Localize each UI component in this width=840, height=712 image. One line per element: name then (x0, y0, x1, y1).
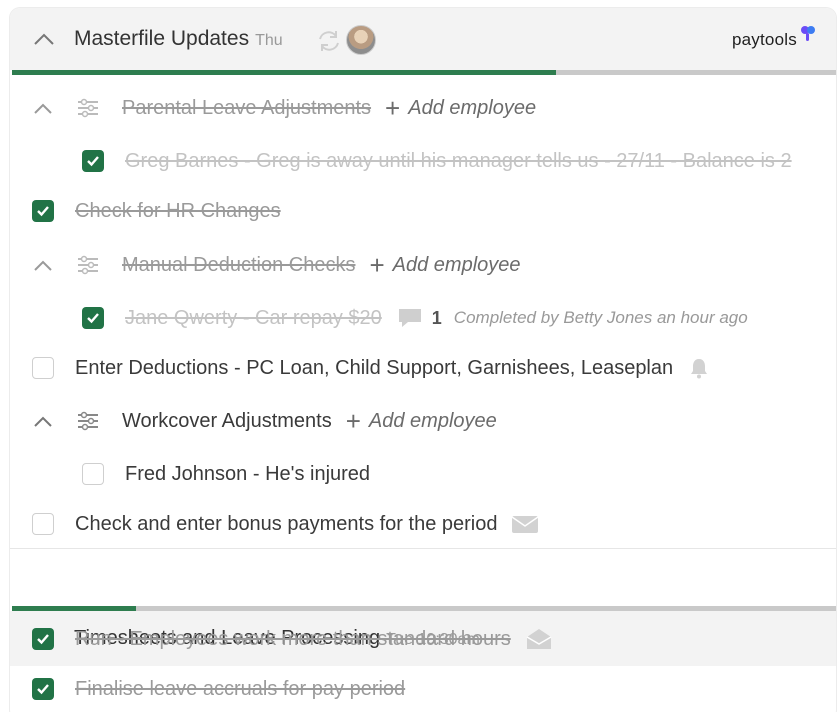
group-manual-deduction[interactable]: Manual Deduction Checks + Add employee (32, 248, 521, 282)
add-employee-button[interactable]: + Add employee (385, 93, 537, 123)
sync-icon[interactable] (315, 29, 343, 53)
check-icon (37, 206, 49, 217)
chevron-up-icon[interactable] (32, 29, 56, 49)
progress-fill (12, 606, 136, 611)
adjustments-icon (78, 255, 98, 275)
group-label: Manual Deduction Checks (122, 253, 356, 276)
task-checkbox[interactable] (82, 463, 104, 485)
task-text: Greg Barnes - Greg is away until his man… (125, 149, 792, 172)
chevron-up-icon[interactable] (32, 257, 54, 273)
task-item[interactable]: Enter Deductions - PC Loan, Child Suppor… (32, 351, 711, 385)
task-text: Run - Employees work more than standard … (75, 627, 511, 650)
paytools-logo: paytools (732, 30, 797, 49)
task-item[interactable]: Fred Johnson - He's injured (82, 457, 370, 491)
comment-count: 1 (431, 307, 442, 328)
group-parental-leave[interactable]: Parental Leave Adjustments + Add employee (32, 91, 536, 125)
avatar[interactable] (346, 25, 376, 55)
add-employee-label: Add employee (392, 253, 521, 276)
progress-fill (12, 70, 556, 75)
add-employee-button[interactable]: + Add employee (345, 406, 497, 436)
task-checkbox[interactable] (32, 678, 54, 700)
task-item[interactable]: Jane Qwerty - Car repay $20 1 Completed … (82, 301, 748, 335)
add-employee-label: Add employee (368, 409, 497, 432)
plus-icon: + (385, 93, 401, 123)
task-checkbox[interactable] (32, 357, 54, 379)
task-item[interactable]: Finalise leave accruals for pay period (32, 672, 405, 706)
check-icon (87, 313, 99, 324)
check-icon (37, 634, 49, 645)
task-checkbox[interactable] (32, 200, 54, 222)
plus-icon: + (345, 406, 361, 436)
section-progress-timesheets (12, 606, 836, 611)
section-progress-masterfile (12, 70, 836, 75)
task-text: Jane Qwerty - Car repay $20 (125, 306, 382, 329)
task-text: Enter Deductions - PC Loan, Child Suppor… (75, 356, 674, 379)
section-title: Masterfile Updates Thu (74, 27, 283, 51)
chevron-up-icon[interactable] (32, 413, 54, 429)
bell-icon[interactable] (687, 356, 711, 380)
task-item[interactable]: Run - Employees work more than standard … (32, 622, 553, 656)
completed-note: Completed by Betty Jones an hour ago (453, 308, 748, 327)
check-icon (37, 684, 49, 695)
task-text: Check for HR Changes (75, 199, 281, 222)
task-text: Check and enter bonus payments for the p… (75, 512, 498, 535)
section-title-text: Masterfile Updates (74, 27, 250, 50)
paytools-logo-mark (801, 26, 815, 41)
task-text: Finalise leave accruals for pay period (75, 677, 406, 700)
task-item[interactable]: Check for HR Changes (32, 194, 281, 228)
task-checkbox[interactable] (32, 513, 54, 535)
check-icon (87, 156, 99, 167)
adjustments-icon (78, 411, 98, 431)
open-mail-icon[interactable] (525, 627, 553, 651)
task-item[interactable]: Greg Barnes - Greg is away until his man… (82, 144, 836, 178)
checklist-panel: Masterfile Updates Thu paytools Parental … (10, 8, 836, 712)
adjustments-icon (78, 98, 98, 118)
chevron-up-icon[interactable] (32, 100, 54, 116)
section-divider (10, 548, 836, 549)
comment-icon[interactable] (396, 306, 424, 330)
task-checkbox[interactable] (32, 628, 54, 650)
group-workcover[interactable]: Workcover Adjustments + Add employee (32, 404, 497, 438)
plus-icon: + (369, 250, 385, 280)
section-when: Thu (255, 32, 283, 49)
add-employee-button[interactable]: + Add employee (369, 250, 521, 280)
group-label: Workcover Adjustments (122, 409, 332, 432)
task-item[interactable]: Check and enter bonus payments for the p… (32, 507, 539, 541)
task-checkbox[interactable] (82, 307, 104, 329)
group-label: Parental Leave Adjustments (122, 96, 372, 119)
task-checkbox[interactable] (82, 150, 104, 172)
task-text: Fred Johnson - He's injured (125, 462, 371, 485)
section-header-masterfile[interactable]: Masterfile Updates Thu paytools (10, 8, 836, 70)
mail-icon[interactable] (511, 513, 539, 535)
add-employee-label: Add employee (408, 96, 537, 119)
